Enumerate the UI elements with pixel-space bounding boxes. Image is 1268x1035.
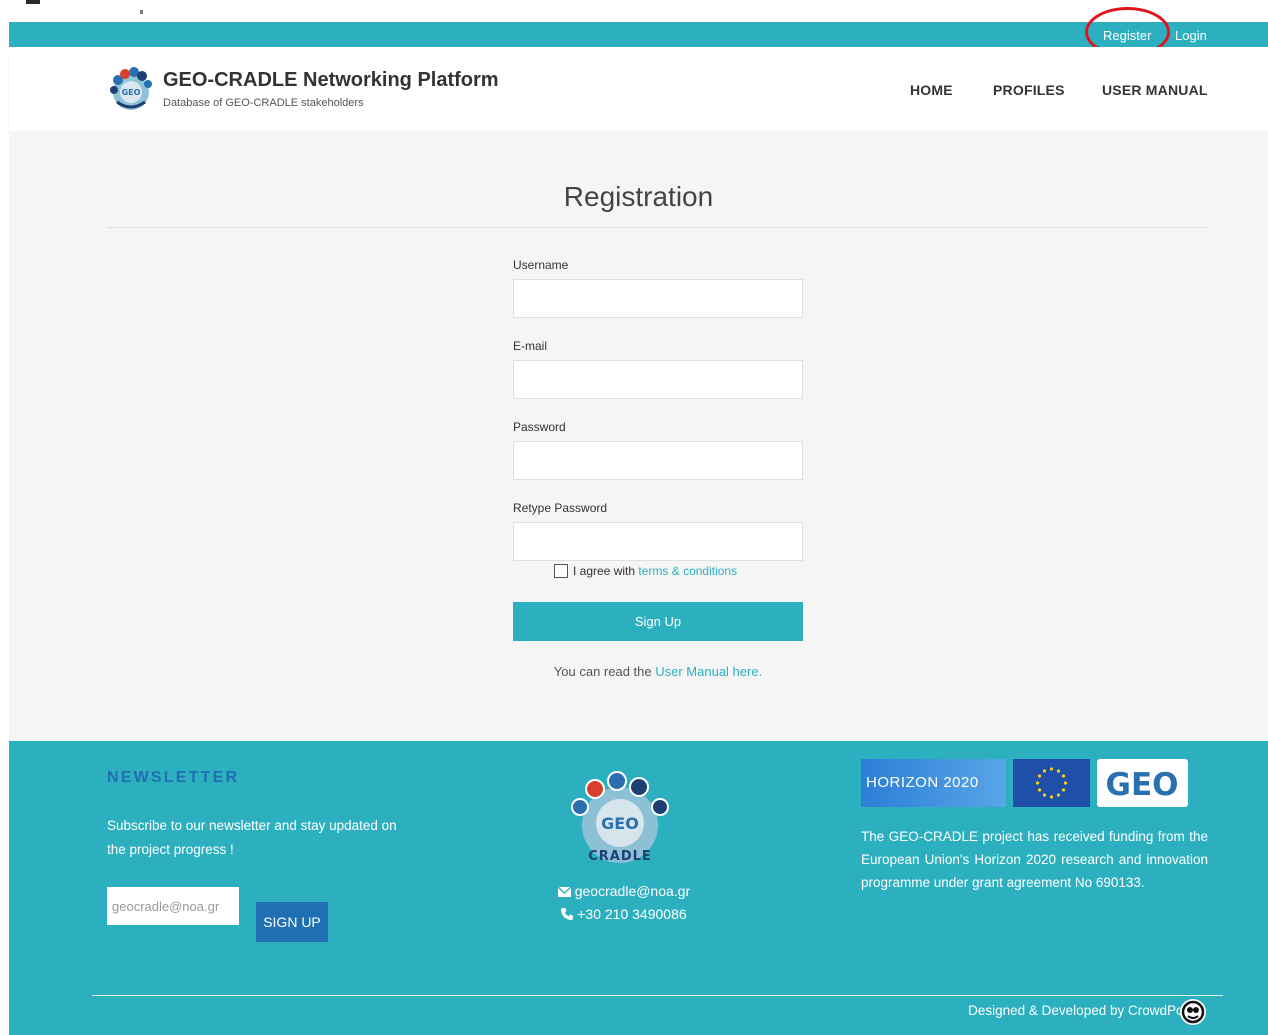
- svg-text:GEO: GEO: [601, 814, 639, 833]
- main-content: Registration Username E-mail Password Re…: [9, 131, 1268, 741]
- registration-form: Username E-mail Password Retype Password…: [513, 258, 803, 679]
- site-footer: NEWSLETTER Subscribe to our newsletter a…: [9, 741, 1268, 1035]
- contact-phone-text: +30 210 3490086: [577, 906, 687, 922]
- funding-statement: The GEO-CRADLE project has received fund…: [861, 829, 1208, 890]
- manual-note: You can read the User Manual here.: [513, 664, 803, 679]
- geo-logo: GEO: [1097, 759, 1188, 807]
- browser-strip: [0, 0, 1268, 22]
- sign-up-button[interactable]: Sign Up: [513, 602, 803, 641]
- footer-logo-text: CRADLE: [588, 849, 652, 864]
- title-divider: [107, 227, 1208, 228]
- terms-agreement: I agree with terms & conditions: [554, 564, 737, 578]
- login-link[interactable]: Login: [1175, 28, 1207, 43]
- horizon-2020-logo: HORIZON 2020: [861, 759, 1006, 807]
- contact-email-text: geocradle@noa.gr: [574, 883, 691, 899]
- newsletter-text: Subscribe to our newsletter and stay upd…: [107, 818, 397, 857]
- geo-cradle-logo-icon[interactable]: GEO: [108, 66, 154, 112]
- credits-text[interactable]: Designed & Developed by CrowdPolicy: [968, 1003, 1203, 1018]
- contact-phone: +30 210 3490086: [9, 906, 1239, 922]
- agree-text: I agree with: [573, 564, 636, 578]
- site-subtitle: Database of GEO-CRADLE stakeholders: [163, 97, 364, 109]
- geo-cradle-footer-logo-icon: GEO CRADLE: [571, 771, 669, 864]
- username-field[interactable]: [513, 279, 803, 318]
- nav-user-manual[interactable]: USER MANUAL: [1102, 82, 1208, 98]
- svg-text:GEO: GEO: [122, 88, 141, 97]
- crowdpolicy-icon[interactable]: [1179, 998, 1207, 1026]
- site-header: GEO GEO-CRADLE Networking Platform Datab…: [9, 47, 1268, 131]
- retype-password-label: Retype Password: [513, 501, 608, 515]
- nav-profiles[interactable]: PROFILES: [993, 82, 1065, 98]
- page-title: Registration: [563, 181, 714, 212]
- manual-note-prefix: You can read the: [553, 664, 652, 679]
- user-manual-link[interactable]: User Manual here.: [655, 664, 762, 679]
- strip-dot: [140, 10, 143, 14]
- strip-mark: [26, 0, 40, 4]
- terms-link[interactable]: terms & conditions: [638, 564, 737, 578]
- register-link[interactable]: Register: [1103, 28, 1151, 43]
- terms-checkbox[interactable]: [554, 564, 568, 578]
- email-field[interactable]: [513, 360, 803, 399]
- password-field[interactable]: [513, 441, 803, 480]
- top-bar: Register Login: [9, 22, 1268, 47]
- phone-icon: [561, 908, 574, 920]
- password-label: Password: [513, 420, 566, 434]
- retype-password-field[interactable]: [513, 522, 803, 561]
- email-label: E-mail: [513, 339, 548, 353]
- footer-divider: [92, 995, 1223, 996]
- username-label: Username: [513, 258, 569, 272]
- site-title[interactable]: GEO-CRADLE Networking Platform: [163, 69, 499, 92]
- geo-logo-text: GEO: [1106, 767, 1179, 803]
- envelope-icon: [557, 886, 572, 897]
- newsletter-title: NEWSLETTER: [107, 769, 240, 786]
- eu-flag-icon: [1013, 759, 1090, 807]
- nav-home[interactable]: HOME: [910, 82, 953, 98]
